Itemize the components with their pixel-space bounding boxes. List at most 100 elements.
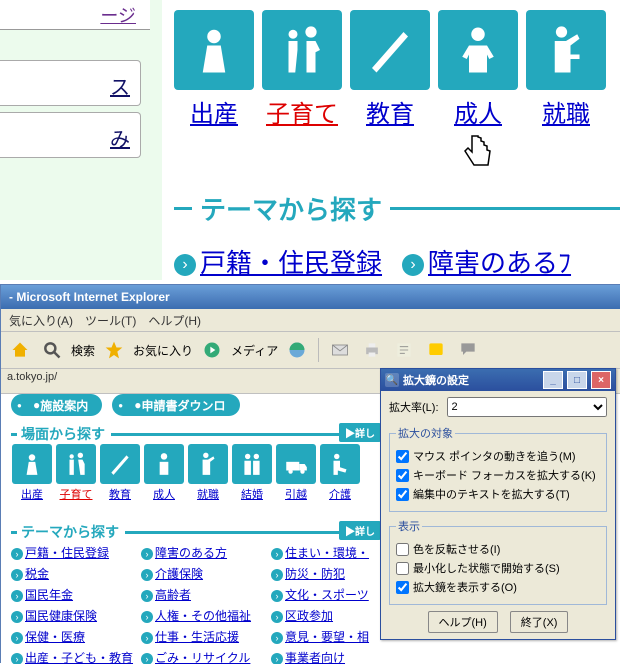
chk-show-magnifier[interactable] — [396, 581, 409, 594]
ie-titlebar[interactable]: - Microsoft Internet Explorer — [1, 285, 620, 309]
menu-tools[interactable]: ツール(T) — [85, 312, 136, 329]
chk-invert[interactable] — [396, 543, 409, 556]
mini-label-childcare[interactable]: 子育て — [60, 489, 93, 501]
exit-button[interactable]: 終了(X) — [510, 611, 569, 633]
tile-education-label[interactable]: 教育 — [366, 101, 414, 128]
tile-adult-label[interactable]: 成人 — [454, 101, 502, 128]
theme-link[interactable]: 人権・その他福祉 — [155, 609, 251, 623]
toolbar-favorites-label[interactable]: お気に入り — [133, 342, 193, 359]
tile-birth[interactable] — [174, 10, 254, 90]
magnifier-icon: 🔍 — [385, 373, 399, 387]
toolbar-search-label[interactable]: 検索 — [71, 342, 95, 359]
maximize-button[interactable]: □ — [567, 371, 587, 389]
magnifier-settings-dialog[interactable]: 🔍 拡大鏡の設定 _ □ × 拡大率(L): 2 拡大の対象 マウス ポインタの… — [380, 368, 616, 640]
zoom-section-title: テーマから探す — [174, 190, 620, 227]
magnifier-preview: ージ ス み 出産 子育て 教育 成人 就職 テーマから探す ›戸籍・住民登録 … — [0, 0, 620, 280]
discuss-icon[interactable] — [455, 337, 481, 363]
mini-label-marriage[interactable]: 結婚 — [241, 489, 263, 501]
mini-tile-childcare[interactable] — [56, 444, 96, 484]
zoom-box2-text[interactable]: み — [110, 123, 130, 152]
mini-label-care[interactable]: 介護 — [329, 489, 351, 501]
zoom-level-label: 拡大率(L): — [389, 399, 439, 415]
mini-label-adult[interactable]: 成人 — [153, 489, 175, 501]
pill-forms[interactable]: ● 申請書ダウンロ — [112, 394, 239, 416]
menu-help[interactable]: ヘルプ(H) — [148, 312, 201, 329]
theme-link[interactable]: 事業者向け — [285, 651, 345, 664]
ie-toolbar: 検索 お気に入り メディア — [1, 332, 620, 369]
dialog-title-text: 拡大鏡の設定 — [403, 372, 469, 388]
mail-icon[interactable] — [327, 337, 353, 363]
chk-follow-text[interactable] — [396, 488, 409, 501]
messenger-icon[interactable] — [423, 337, 449, 363]
history-icon[interactable] — [284, 337, 310, 363]
mini-tile-adult[interactable] — [144, 444, 184, 484]
more-button-2[interactable]: ▶詳し — [339, 521, 381, 540]
zoom-box1-text[interactable]: ス — [110, 71, 130, 100]
theme-link[interactable]: 仕事・生活応援 — [155, 630, 239, 644]
toolbar-separator — [318, 338, 319, 362]
theme-link[interactable]: 高齢者 — [155, 588, 191, 602]
theme-link[interactable]: 国民年金 — [25, 588, 73, 602]
mini-tile-care[interactable] — [320, 444, 360, 484]
legend-target: 拡大の対象 — [396, 425, 455, 441]
mini-label-education[interactable]: 教育 — [109, 489, 131, 501]
theme-link[interactable]: 介護保険 — [155, 567, 203, 581]
close-button[interactable]: × — [591, 371, 611, 389]
tile-adult[interactable] — [438, 10, 518, 90]
fieldset-display: 表示 色を反転させる(I) 最小化した状態で開始する(S) 拡大鏡を表示する(O… — [389, 518, 607, 605]
theme-link[interactable]: 戸籍・住民登録 — [25, 546, 109, 560]
theme-link[interactable]: 障害のある方 — [155, 546, 227, 560]
theme-link[interactable]: 意見・要望・相 — [285, 630, 369, 644]
more-button-1[interactable]: ▶詳し — [339, 423, 381, 442]
mini-label-birth[interactable]: 出産 — [21, 489, 43, 501]
mini-tile-birth[interactable] — [12, 444, 52, 484]
mini-tile-moving[interactable] — [276, 444, 316, 484]
zoom-level-select[interactable]: 2 — [447, 397, 608, 417]
mini-label-moving[interactable]: 引越 — [285, 489, 307, 501]
theme-link-columns: ›戸籍・住民登録 ›税金 ›国民年金 ›国民健康保険 ›保健・医療 ›出産・子ど… — [11, 544, 397, 664]
tile-birth-label[interactable]: 出産 — [190, 101, 238, 128]
zoom-nav-fragment[interactable]: ージ — [0, 0, 150, 30]
mini-tile-education[interactable] — [100, 444, 140, 484]
theme-link[interactable]: ごみ・リサイクル — [155, 651, 250, 664]
zoom-link-disability[interactable]: 障害のあるﾌ — [428, 248, 571, 278]
theme-link[interactable]: 国民健康保険 — [25, 609, 97, 623]
mini-tile-row: 出産 子育て 教育 成人 就職 結婚 引越 介護 — [11, 444, 361, 502]
theme-link[interactable]: 税金 — [25, 567, 49, 581]
media-icon[interactable] — [199, 337, 225, 363]
theme-link[interactable]: 出産・子ども・教育 — [25, 651, 133, 664]
mini-tile-marriage[interactable] — [232, 444, 272, 484]
tile-childcare[interactable] — [262, 10, 342, 90]
edit-icon[interactable] — [391, 337, 417, 363]
print-icon[interactable] — [359, 337, 385, 363]
dialog-titlebar[interactable]: 🔍 拡大鏡の設定 _ □ × — [381, 369, 615, 391]
ie-menubar[interactable]: 気に入り(A) ツール(T) ヘルプ(H) — [1, 309, 620, 332]
toolbar-media-label[interactable]: メディア — [231, 342, 278, 359]
favorites-star-icon[interactable] — [101, 337, 127, 363]
mini-tile-employment[interactable] — [188, 444, 228, 484]
chk-follow-mouse[interactable] — [396, 450, 409, 463]
tile-childcare-label[interactable]: 子育て — [266, 101, 338, 128]
tile-employment-label[interactable]: 就職 — [542, 101, 590, 128]
help-button[interactable]: ヘルプ(H) — [428, 611, 498, 633]
home-icon[interactable] — [7, 337, 33, 363]
tile-education[interactable] — [350, 10, 430, 90]
theme-link[interactable]: 文化・スポーツ — [285, 588, 369, 602]
theme-link[interactable]: 防災・防犯 — [285, 567, 345, 581]
tile-employment[interactable] — [526, 10, 606, 90]
mini-label-employment[interactable]: 就職 — [197, 489, 219, 501]
arrow-icon: › — [174, 254, 196, 276]
legend-display: 表示 — [396, 518, 422, 534]
search-icon[interactable] — [39, 337, 65, 363]
minimize-button[interactable]: _ — [543, 371, 563, 389]
pill-facilities[interactable]: ● 施設案内 — [11, 394, 102, 416]
fieldset-target: 拡大の対象 マウス ポインタの動きを追う(M) キーボード フォーカスを拡大する… — [389, 425, 607, 512]
theme-link[interactable]: 住まい・環境・ — [285, 546, 369, 560]
section-by-theme: テーマから探す▶詳し — [11, 522, 381, 542]
chk-follow-keyboard[interactable] — [396, 469, 409, 482]
menu-favorites[interactable]: 気に入り(A) — [9, 312, 73, 329]
zoom-link-koseki[interactable]: 戸籍・住民登録 — [200, 248, 382, 278]
chk-start-minimized[interactable] — [396, 562, 409, 575]
theme-link[interactable]: 保健・医療 — [25, 630, 85, 644]
theme-link[interactable]: 区政参加 — [285, 609, 333, 623]
